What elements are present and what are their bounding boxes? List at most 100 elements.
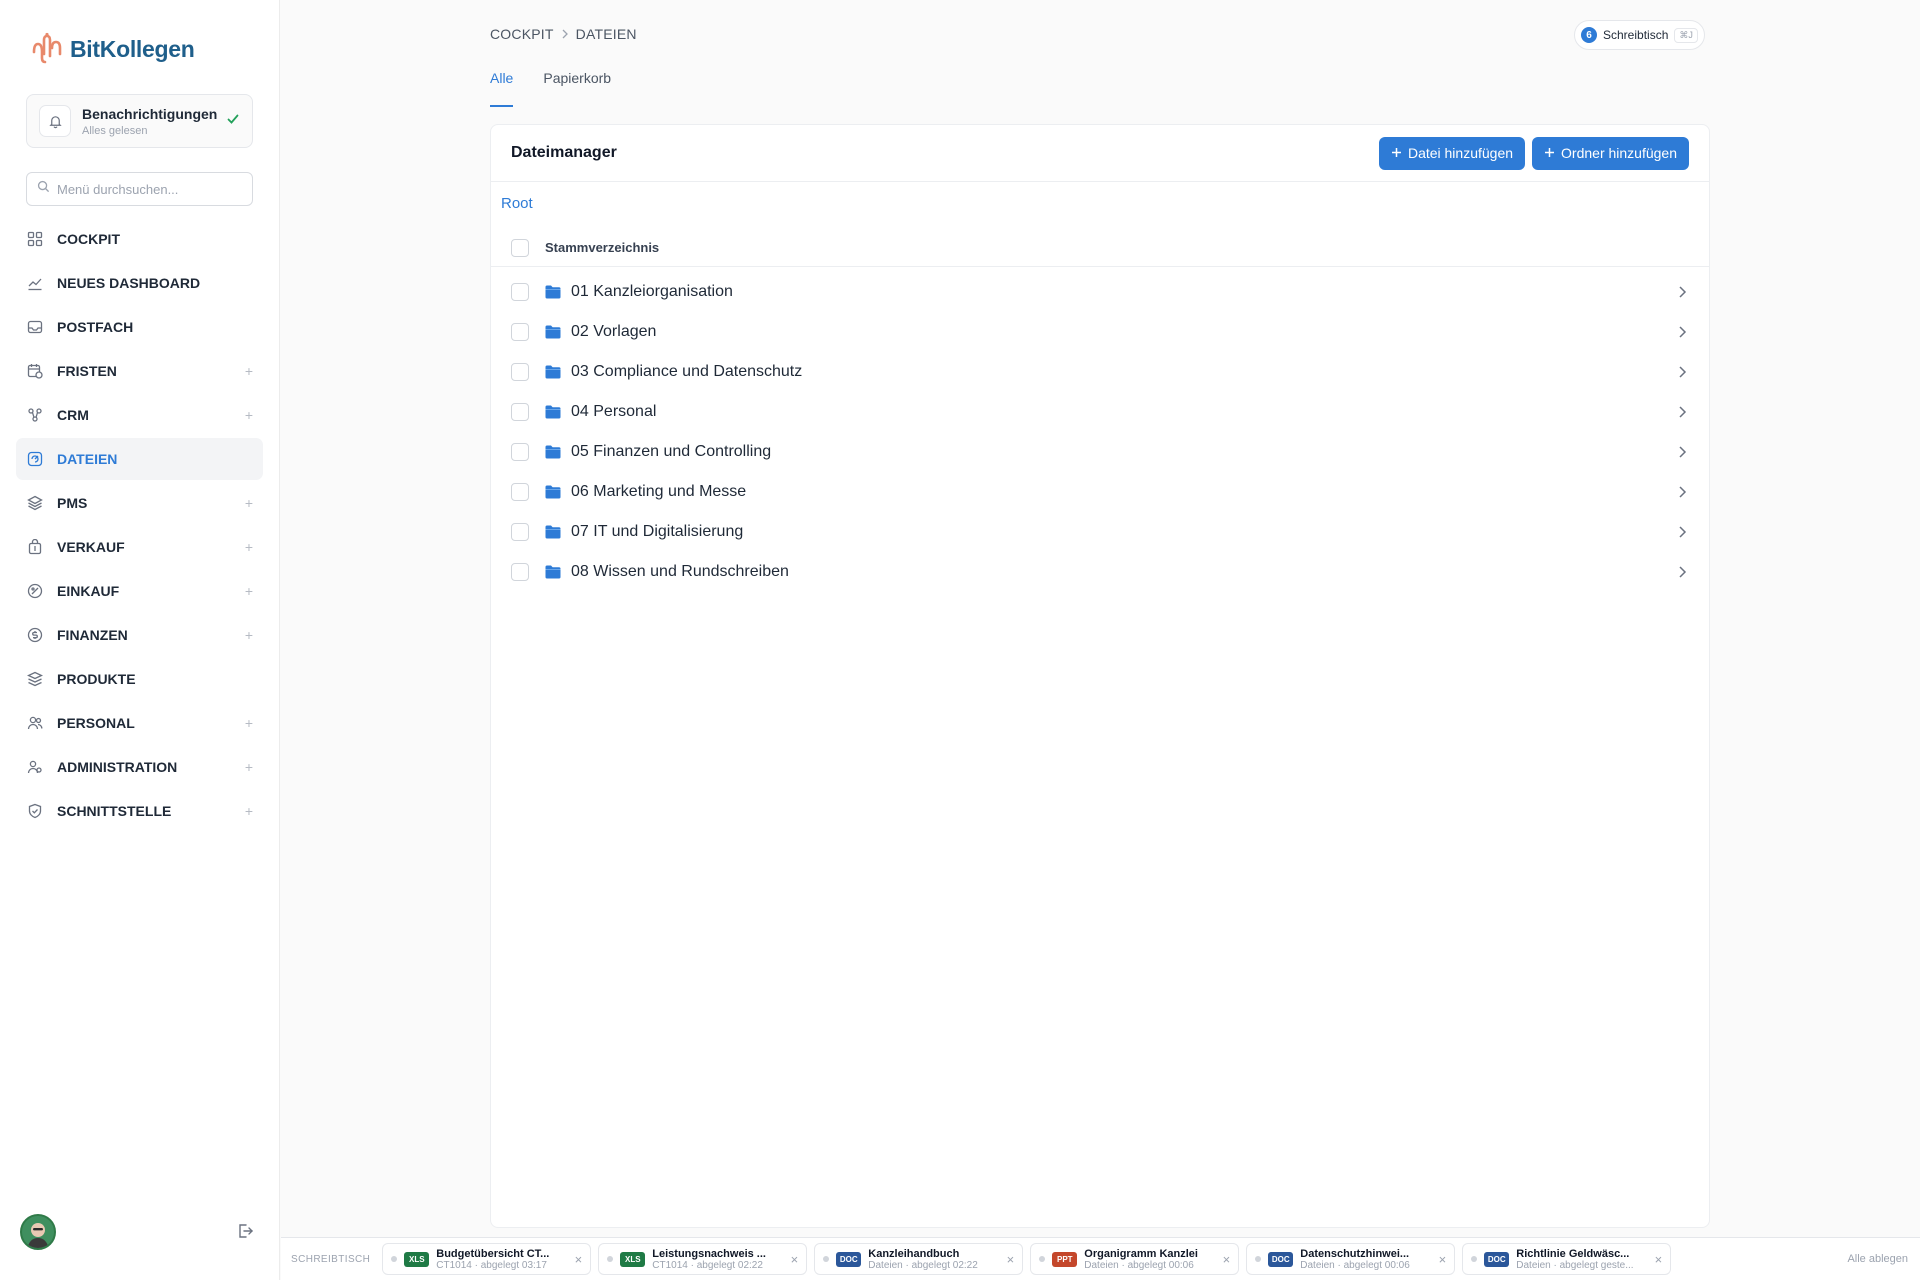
sidebar: BitKollegen Benachrichtigungen Alles gel… [0,0,280,1280]
notifications-panel[interactable]: Benachrichtigungen Alles gelesen [26,94,253,148]
sidebar-item-finanzen[interactable]: FINANZEN + [16,614,263,656]
check-icon [226,112,240,131]
row-checkbox[interactable] [511,563,529,581]
sidebar-item-administration[interactable]: ADMINISTRATION + [16,746,263,788]
close-icon[interactable]: × [791,1252,799,1267]
sidebar-item-postfach[interactable]: POSTFACH [16,306,263,348]
tab-alle[interactable]: Alle [490,70,514,107]
add-file-button[interactable]: Datei hinzufügen [1378,136,1526,170]
add-folder-button[interactable]: Ordner hinzufügen [1532,136,1689,170]
breadcrumb-cockpit[interactable]: COCKPIT [490,26,554,42]
plus-icon[interactable]: + [245,627,253,643]
plus-icon[interactable]: + [245,583,253,599]
file-type-badge: DOC [1268,1251,1294,1267]
layers-icon [26,494,44,512]
row-checkbox[interactable] [511,403,529,421]
brand-logo[interactable]: BitKollegen [30,32,195,66]
desk-document-chip[interactable]: XLS Budgetübersicht CT... CT1014 · abgeleg… [382,1243,592,1275]
sidebar-item-label: DATEIEN [57,451,118,467]
tab-papierkorb[interactable]: Papierkorb [543,70,611,107]
document-title: Richtlinie Geldwäsc... [1516,1247,1630,1260]
sidebar-item-label: SCHNITTSTELLE [57,803,172,819]
plus-icon[interactable]: + [245,539,253,555]
row-checkbox[interactable] [511,283,529,301]
desk-document-chip[interactable]: XLS Leistungsnachweis ... CT1014 · abgeleg… [598,1243,808,1275]
plus-icon[interactable]: + [245,363,253,379]
select-all-checkbox[interactable] [511,238,529,257]
sidebar-item-fristen[interactable]: FRISTEN + [16,350,263,392]
close-icon[interactable]: × [1655,1252,1663,1267]
plus-icon[interactable]: + [245,759,253,775]
sidebar-item-cockpit[interactable]: COCKPIT [16,218,263,260]
plus-icon[interactable]: + [245,407,253,423]
sidebar-item-label: PMS [57,495,88,511]
folder-row[interactable]: 08 Wissen und Rundschreiben [491,552,1709,592]
folder-name: 03 Compliance und Datenschutz [571,363,803,380]
sidebar-item-dateien[interactable]: DATEIEN [16,438,263,480]
breadcrumb: COCKPIT DATEIEN [490,26,637,42]
alle-ablegen-button[interactable]: Alle ablegen [1847,1253,1908,1265]
chevron-right-icon[interactable] [1678,405,1687,419]
sidebar-item-pms[interactable]: PMS + [16,482,263,524]
row-checkbox[interactable] [511,483,529,501]
sidebar-item-schnittstelle[interactable]: SCHNITTSTELLE + [16,790,263,832]
sidebar-item-crm[interactable]: CRM + [16,394,263,436]
chevron-right-icon[interactable] [1678,565,1687,579]
folder-row[interactable]: 07 IT und Digitalisierung [491,512,1709,552]
file-manager-card: Dateimanager Datei hinzufügen Ordner hin… [490,124,1710,1228]
row-checkbox[interactable] [511,443,529,461]
path-root-link[interactable]: Root [501,195,533,212]
user-avatar[interactable] [20,1214,56,1250]
chevron-right-icon[interactable] [1678,525,1687,539]
folder-row[interactable]: 02 Vorlagen [491,312,1709,352]
schreibtisch-bar: SCHREIBTISCH XLS Budgetübersicht CT... CT1… [281,1237,1920,1280]
desk-document-chip[interactable]: DOC Richtlinie Geldwäsc... Dateien · abgel… [1462,1243,1672,1275]
logout-icon[interactable] [236,1222,254,1245]
document-title: Leistungsnachweis ... [652,1247,766,1260]
row-checkbox[interactable] [511,523,529,541]
close-icon[interactable]: × [1223,1252,1231,1267]
desk-documents: XLS Budgetübersicht CT... CT1014 · abgeleg… [382,1243,1678,1275]
sidebar-item-verkauf[interactable]: VERKAUF + [16,526,263,568]
row-checkbox[interactable] [511,323,529,341]
folder-row[interactable]: 04 Personal [491,392,1709,432]
sidebar-item-neues-dashboard[interactable]: NEUES DASHBOARD [16,262,263,304]
chevron-right-icon[interactable] [1678,365,1687,379]
sidebar-item-produkte[interactable]: PRODUKTE [16,658,263,700]
menu-search-input[interactable] [57,181,237,197]
folder-row[interactable]: 05 Finanzen und Controlling [491,432,1709,472]
close-icon[interactable]: × [575,1252,583,1267]
folder-row[interactable]: 01 Kanzleiorganisation [491,272,1709,312]
chevron-right-icon [561,26,569,42]
menu-search[interactable] [26,172,253,206]
chevron-right-icon[interactable] [1678,325,1687,339]
chevron-right-icon[interactable] [1678,485,1687,499]
plus-icon[interactable]: + [245,495,253,511]
sidebar-item-label: COCKPIT [57,231,120,247]
sidebar-item-label: FINANZEN [57,627,128,643]
document-meta: Dateien · abgelegt 00:06 [1300,1259,1410,1271]
schreibtisch-label: Schreibtisch [1603,28,1669,42]
plus-icon[interactable]: + [245,715,253,731]
desk-document-chip[interactable]: PPT Organigramm Kanzlei Dateien · abgelegt… [1030,1243,1240,1275]
row-checkbox[interactable] [511,363,529,381]
folder-row[interactable]: 06 Marketing und Messe [491,472,1709,512]
sidebar-item-label: VERKAUF [57,539,125,555]
sidebar-item-einkauf[interactable]: EINKAUF + [16,570,263,612]
folder-row[interactable]: 03 Compliance und Datenschutz [491,352,1709,392]
desk-document-chip[interactable]: DOC Datenschutzhinwei... Dateien · abgeleg… [1246,1243,1456,1275]
status-dot [607,1256,614,1262]
schreibtisch-button[interactable]: 6 Schreibtisch ⌘J [1574,20,1705,50]
chevron-right-icon[interactable] [1678,285,1687,299]
chevron-right-icon[interactable] [1678,445,1687,459]
folder-name: 06 Marketing und Messe [571,483,747,500]
sidebar-item-personal[interactable]: PERSONAL + [16,702,263,744]
document-meta: Dateien · abgelegt 00:06 [1084,1259,1194,1271]
status-dot [1255,1256,1262,1262]
add-folder-label: Ordner hinzufügen [1561,145,1677,161]
plus-icon[interactable]: + [245,803,253,819]
search-icon [37,180,50,198]
close-icon[interactable]: × [1439,1252,1447,1267]
desk-document-chip[interactable]: DOC Kanzleihandbuch Dateien · abgelegt 02:… [814,1243,1024,1275]
close-icon[interactable]: × [1007,1252,1015,1267]
